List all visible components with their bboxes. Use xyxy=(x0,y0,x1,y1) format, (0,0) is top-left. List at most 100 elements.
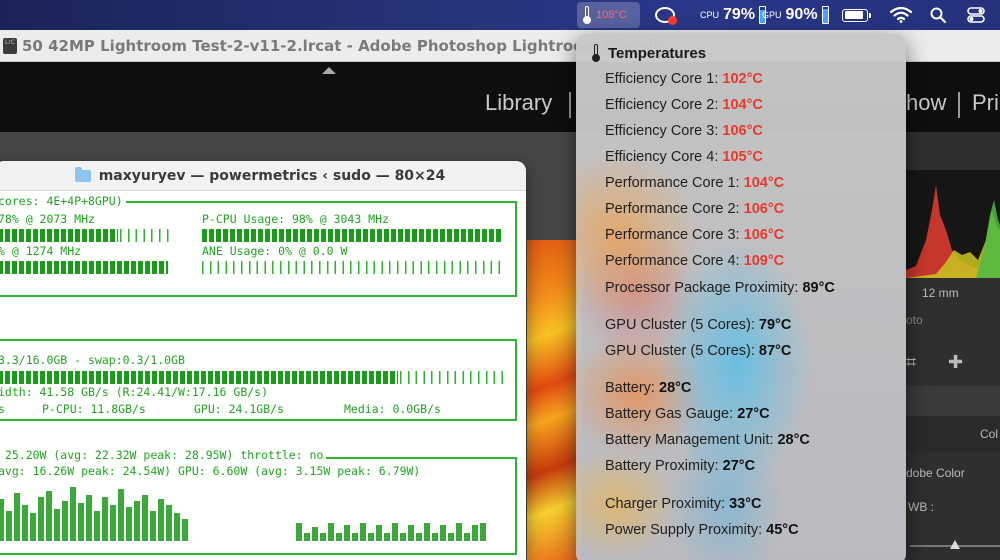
folder-icon xyxy=(74,166,91,182)
package-power: 25.20W (avg: 22.32W peak: 28.95W) thrott… xyxy=(0,449,327,462)
temperature-row: Efficiency Core 3: 106°C xyxy=(605,123,763,139)
e-cpu-bar xyxy=(0,229,118,242)
sensor-label: Battery Proximity: xyxy=(605,458,719,474)
sensor-value: 104°C xyxy=(722,97,763,113)
bandwidth-e-cpu: s xyxy=(0,402,5,416)
temperature-row: Processor Package Proximity: 89°C xyxy=(605,280,835,296)
sensor-label: Battery: xyxy=(605,380,655,396)
gpu-usage: % @ 1274 MHz xyxy=(0,244,82,258)
sensor-label: Charger Proximity: xyxy=(605,496,726,512)
gpu-label: GPU xyxy=(762,9,782,20)
temperature-row: Efficiency Core 2: 104°C xyxy=(605,97,763,113)
sensor-label: Efficiency Core 2: xyxy=(605,97,719,113)
cpu-usage-menu-extra[interactable]: CPU 79% xyxy=(700,0,767,30)
sensor-value: 106°C xyxy=(743,201,785,217)
sensor-label: Battery Gas Gauge: xyxy=(605,406,734,422)
sensor-value: 109°C xyxy=(743,253,785,269)
gpu-usage-value: 90% xyxy=(785,6,818,23)
sensor-value: 87°C xyxy=(758,343,792,359)
sensor-value: 106°C xyxy=(743,227,785,243)
temperature-menu-extra[interactable]: 108°C xyxy=(577,2,640,28)
temperature-row: Efficiency Core 4: 105°C xyxy=(605,149,763,165)
color-panel-header[interactable]: Col xyxy=(906,416,1000,452)
cpu-label: CPU xyxy=(700,9,720,20)
ram-usage: 3.3/16.0GB - swap:0.3/1.0GB xyxy=(0,353,185,367)
temperature-row: Charger Proximity: 33°C xyxy=(605,496,762,512)
bandwidth-gpu: GPU: 24.1GB/s xyxy=(194,402,285,416)
sensor-label: Performance Core 3: xyxy=(605,227,740,243)
terminal-title-bar[interactable]: maxyuryev — powermetrics ‹ sudo — 80×24 xyxy=(0,161,526,191)
slider-thumb[interactable] xyxy=(950,540,960,549)
ram-bar xyxy=(0,371,398,384)
spotlight-search-icon[interactable] xyxy=(930,0,946,30)
temperature-row: Performance Core 2: 106°C xyxy=(605,201,784,217)
module-separator xyxy=(569,92,571,118)
e-cpu-usage: 78% @ 2073 MHz xyxy=(0,212,95,226)
sensor-label: Processor Package Proximity: xyxy=(605,280,799,296)
temperature-row: Performance Core 4: 109°C xyxy=(605,253,784,269)
profile-select[interactable]: dobe Color xyxy=(906,466,965,480)
original-photo-label: oto xyxy=(906,313,923,327)
sensor-value: 104°C xyxy=(743,175,785,191)
wifi-icon[interactable] xyxy=(890,0,914,30)
temperature-row: GPU Cluster (5 Cores): 79°C xyxy=(605,317,791,333)
temperature-row: Performance Core 1: 104°C xyxy=(605,175,784,191)
module-library[interactable]: Library xyxy=(485,90,552,116)
thermometer-icon xyxy=(592,44,600,62)
collapse-panel-caret-icon[interactable] xyxy=(322,67,336,74)
lightroom-window-title: 50 42MP Lightroom Test-2-v11-2.lrcat - A… xyxy=(22,37,663,55)
white-balance-label: WB : xyxy=(908,500,934,514)
temperature-row: Power Supply Proximity: 45°C xyxy=(605,522,799,538)
ram-bar-empty xyxy=(400,371,505,384)
temperature-value: 108°C xyxy=(596,9,627,21)
sensor-value: 33°C xyxy=(729,496,762,512)
p-cpu-usage: P-CPU Usage: 98% @ 3043 MHz xyxy=(202,212,389,226)
screen-recording-icon[interactable] xyxy=(655,0,683,30)
terminal-window[interactable]: maxyuryev — powermetrics ‹ sudo — 80×24 … xyxy=(0,161,526,560)
memory-bandwidth: idth: 41.58 GB/s (R:24.41/W:17.16 GB/s) xyxy=(0,385,269,399)
battery-icon[interactable] xyxy=(842,0,871,30)
powermetrics-output: cores: 4E+4P+8GPU) 78% @ 2073 MHz P-CPU … xyxy=(0,191,526,560)
temperature-row: Performance Core 3: 106°C xyxy=(605,227,784,243)
color-label: Col xyxy=(980,427,999,441)
sensor-label: GPU Cluster (5 Cores): xyxy=(605,343,755,359)
sensor-value: 89°C xyxy=(802,280,835,296)
sensor-value: 27°C xyxy=(722,458,756,474)
module-separator xyxy=(958,92,960,118)
temperature-row: Battery Proximity: 27°C xyxy=(605,458,755,474)
module-print[interactable]: Pri xyxy=(972,90,999,116)
gpu-usage-menu-extra[interactable]: GPU 90% xyxy=(762,0,829,30)
module-slideshow[interactable]: how xyxy=(906,90,946,116)
sensor-label: Battery Management Unit: xyxy=(605,432,774,448)
sensor-label: Efficiency Core 4: xyxy=(605,149,719,165)
sensor-label: Efficiency Core 3: xyxy=(605,123,719,139)
thermometer-icon xyxy=(583,6,591,24)
sensor-value: 28°C xyxy=(659,380,692,396)
sensor-label: Performance Core 1: xyxy=(605,175,740,191)
temperature-row: Battery Management Unit: 28°C xyxy=(605,432,810,448)
healing-tool-icon[interactable]: ✚ xyxy=(948,352,963,373)
sensor-value: 102°C xyxy=(722,71,763,87)
gpu-bar xyxy=(0,261,168,274)
temperatures-popover: Temperatures Efficiency Core 1: 102°C Eff… xyxy=(576,34,906,560)
sensor-value: 45°C xyxy=(766,522,799,538)
ane-usage: ANE Usage: 0% @ 0.0 W xyxy=(202,244,348,258)
bandwidth-media: Media: 0.0GB/s xyxy=(344,402,441,416)
macos-menu-bar: 108°C CPU 79% GPU 90% xyxy=(0,0,1000,30)
cpu-cores-header: cores: 4E+4P+8GPU) xyxy=(0,195,126,208)
sensor-value: 79°C xyxy=(758,317,792,333)
cpu-usage-value: 79% xyxy=(723,6,756,23)
sensor-value: 106°C xyxy=(722,123,763,139)
sensor-value: 27°C xyxy=(737,406,770,422)
cpu-power-sparkline xyxy=(0,483,188,541)
ane-bar xyxy=(202,261,502,274)
sensor-label: Performance Core 4: xyxy=(605,253,740,269)
control-center-icon[interactable] xyxy=(967,0,985,30)
p-cpu-bar xyxy=(202,229,502,242)
temperature-row: Battery Gas Gauge: 27°C xyxy=(605,406,770,422)
photo-preview[interactable] xyxy=(527,240,582,560)
temperatures-header: Temperatures xyxy=(592,44,706,62)
sensor-label: Performance Core 2: xyxy=(605,201,740,217)
cpu-gpu-power: avg: 16.26W peak: 24.54W) GPU: 6.60W (av… xyxy=(0,464,421,478)
crop-tool-icon[interactable]: ⌗ xyxy=(906,352,916,373)
